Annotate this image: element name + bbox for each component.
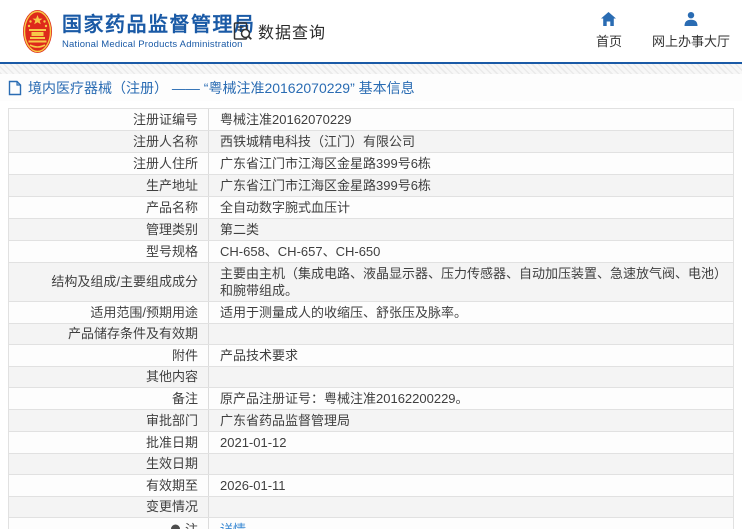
registration-info-table: 注册证编号 粤械注准20162070229 注册人名称 西铁城精电科技（江门）有…: [8, 108, 734, 529]
table-row-effective-date: 生效日期: [9, 454, 733, 475]
nav-item-label: 首页: [595, 34, 622, 49]
row-value: 全自动数字腕式血压计: [220, 200, 351, 215]
row-label: 管理类别: [9, 219, 209, 240]
row-label: 批准日期: [9, 432, 209, 453]
header-nav: 首页 网上办事大厅: [596, 11, 730, 50]
agency-logo[interactable]: 国家药品监督管理局 National Medical Products Admi…: [22, 9, 256, 54]
nav-item-service-hall[interactable]: 网上办事大厅: [652, 11, 730, 50]
row-label: 附件: [9, 345, 209, 366]
row-value: 广东省江门市江海区金星路399号6栋: [220, 156, 431, 171]
table-row-storage-validity: 产品储存条件及有效期: [9, 324, 733, 345]
row-label: 注册人住所: [9, 153, 209, 174]
agency-name-en: National Medical Products Administration: [62, 39, 243, 50]
agency-name-cn: 国家药品监督管理局: [62, 14, 256, 36]
table-row-approval-department: 审批部门 广东省药品监督管理局: [9, 410, 733, 432]
note-icon: [170, 524, 180, 529]
row-value: 第二类: [220, 222, 260, 237]
table-row-intended-use: 适用范围/预期用途 适用于测量成人的收缩压、舒张压及脉率。: [9, 302, 733, 324]
row-value: [209, 324, 733, 344]
breadcrumb: 境内医疗器械（注册） —— “粤械注准20162070229” 基本信息: [0, 74, 742, 101]
row-label: 注: [9, 518, 209, 529]
row-label: 注册证编号: [9, 109, 209, 130]
row-value: [209, 454, 733, 474]
row-label: 生产地址: [9, 175, 209, 196]
row-label: 其他内容: [9, 367, 209, 387]
row-value: 粤械注准20162070229: [220, 112, 352, 127]
row-value: 产品技术要求: [220, 348, 299, 363]
row-label: 生效日期: [9, 454, 209, 474]
nav-item-label: 网上办事大厅: [651, 34, 730, 49]
table-row-production-address: 生产地址 广东省江门市江海区金星路399号6栋: [9, 175, 733, 197]
table-row-composition: 结构及组成/主要组成成分 主要由主机（集成电路、液晶显示器、压力传感器、自动加压…: [9, 263, 733, 302]
row-label: 适用范围/预期用途: [9, 302, 209, 323]
hatched-strip: [0, 64, 742, 74]
row-value: 主要由主机（集成电路、液晶显示器、压力传感器、自动加压装置、急速放气阀、电池）和…: [220, 266, 721, 298]
data-query-tab[interactable]: 数据查询: [232, 19, 326, 43]
table-row-expiry-date: 有效期至 2026-01-11: [9, 475, 733, 497]
row-label: 变更情况: [9, 497, 209, 517]
table-row-remarks: 备注 原产品注册证号：粤械注准20162200229。: [9, 388, 733, 410]
row-label: 审批部门: [9, 410, 209, 431]
table-row-approval-date: 批准日期 2021-01-12: [9, 432, 733, 454]
table-row-registrant-address: 注册人住所 广东省江门市江海区金星路399号6栋: [9, 153, 733, 175]
document-icon: [8, 80, 22, 95]
breadcrumb-text: 境内医疗器械（注册） —— “粤械注准20162070229” 基本信息: [28, 79, 415, 96]
document-search-icon: [233, 21, 252, 40]
table-row-model-spec: 型号规格 CH-658、CH-657、CH-650: [9, 241, 733, 263]
row-label: 产品储存条件及有效期: [9, 324, 209, 344]
table-row-note: 注 详情: [9, 518, 733, 529]
row-value: 2021-01-12: [220, 435, 287, 450]
person-icon: [684, 12, 698, 26]
agency-title-block: 国家药品监督管理局 National Medical Products Admi…: [62, 13, 256, 50]
table-row-change-status: 变更情况: [9, 497, 733, 518]
row-value: 广东省药品监督管理局: [220, 413, 351, 428]
home-icon: [601, 12, 617, 26]
table-row-cert-number: 注册证编号 粤械注准20162070229: [9, 109, 733, 131]
row-label: 有效期至: [9, 475, 209, 496]
table-row-registrant-name: 注册人名称 西铁城精电科技（江门）有限公司: [9, 131, 733, 153]
row-value: 西铁城精电科技（江门）有限公司: [220, 134, 416, 149]
row-label: 注册人名称: [9, 131, 209, 152]
row-label-text: 注: [184, 521, 198, 529]
row-value: 原产品注册证号：粤械注准20162200229。: [220, 391, 469, 406]
row-value: 广东省江门市江海区金星路399号6栋: [220, 178, 431, 193]
nav-item-home[interactable]: 首页: [596, 11, 622, 50]
table-row-management-category: 管理类别 第二类: [9, 219, 733, 241]
row-label: 型号规格: [9, 241, 209, 262]
row-label: 备注: [9, 388, 209, 409]
national-emblem-icon: [23, 10, 52, 53]
row-value: [209, 367, 733, 387]
row-value: CH-658、CH-657、CH-650: [220, 244, 381, 259]
row-label: 结构及组成/主要组成成分: [9, 263, 209, 301]
row-label: 产品名称: [9, 197, 209, 218]
table-row-attachment: 附件 产品技术要求: [9, 345, 733, 367]
row-value: [209, 497, 733, 517]
row-value: 适用于测量成人的收缩压、舒张压及脉率。: [220, 305, 468, 320]
table-row-product-name: 产品名称 全自动数字腕式血压计: [9, 197, 733, 219]
page-header: 国家药品监督管理局 National Medical Products Admi…: [0, 0, 742, 62]
data-query-label: 数据查询: [258, 25, 327, 42]
table-row-other-content: 其他内容: [9, 367, 733, 388]
details-link[interactable]: 详情: [220, 521, 246, 529]
row-value: 2026-01-11: [220, 478, 286, 493]
